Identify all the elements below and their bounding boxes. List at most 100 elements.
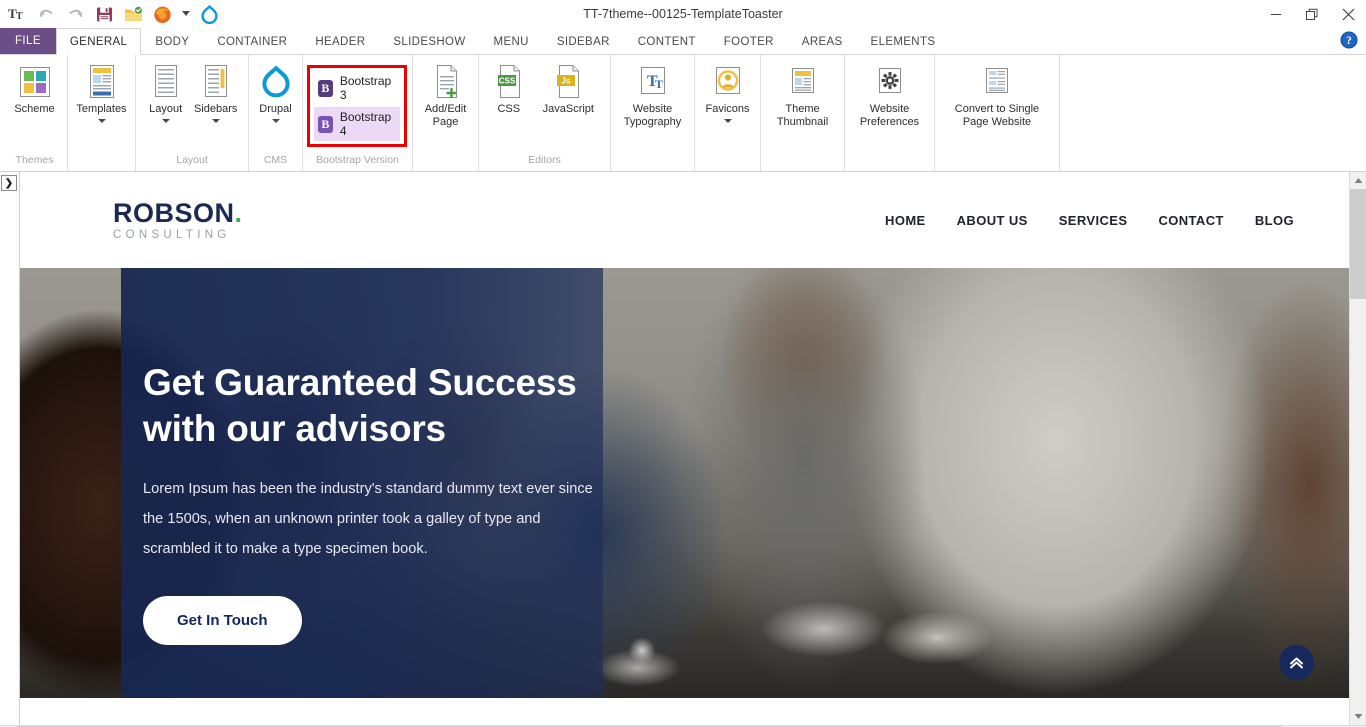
theme-thumbnail-label: Theme Thumbnail xyxy=(777,103,828,128)
drupal-caret-icon[interactable] xyxy=(272,119,280,123)
website-preview-canvas[interactable]: ROBSON. CONSULTING HOME ABOUT US SERVICE… xyxy=(20,172,1349,725)
bootstrap-4-label: Bootstrap 4 xyxy=(340,110,394,138)
save-icon[interactable] xyxy=(94,4,114,24)
hero-heading: Get Guaranteed Success with our advisors xyxy=(143,360,603,452)
site-logo[interactable]: ROBSON. CONSULTING xyxy=(113,199,243,241)
svg-text:Js: Js xyxy=(562,77,571,86)
drupal-icon[interactable] xyxy=(199,4,219,24)
rendered-website: ROBSON. CONSULTING HOME ABOUT US SERVICE… xyxy=(20,172,1349,725)
convert-single-page-button[interactable]: Convert to Single Page Website xyxy=(941,59,1053,128)
help-icon[interactable]: ? xyxy=(1340,31,1358,49)
group-label-themes: Themes xyxy=(2,153,67,169)
favicons-caret-icon[interactable] xyxy=(724,119,732,123)
theme-thumbnail-button[interactable]: Theme Thumbnail xyxy=(767,59,838,128)
templates-button[interactable]: Templates xyxy=(74,59,129,123)
expand-left-panel-button[interactable]: ❯ xyxy=(1,175,17,191)
ribbon-group-cms: Drupal CMS xyxy=(249,55,303,171)
sidebars-caret-icon[interactable] xyxy=(212,119,220,123)
logo-dot: . xyxy=(235,198,243,228)
svg-text:T: T xyxy=(655,77,663,91)
tab-content[interactable]: CONTENT xyxy=(624,28,710,54)
site-header: ROBSON. CONSULTING HOME ABOUT US SERVICE… xyxy=(20,172,1349,268)
tab-footer[interactable]: FOOTER xyxy=(710,28,788,54)
tab-elements[interactable]: ELEMENTS xyxy=(857,28,950,54)
scroll-up-button[interactable] xyxy=(1350,172,1366,189)
minimize-button[interactable] xyxy=(1258,0,1294,28)
export-folder-icon[interactable] xyxy=(123,4,143,24)
sidebars-button[interactable]: Sidebars xyxy=(189,59,242,123)
close-button[interactable] xyxy=(1330,0,1366,28)
website-typography-label: Website Typography xyxy=(624,103,681,128)
website-typography-button[interactable]: T T Website Typography xyxy=(617,59,688,128)
tab-slideshow[interactable]: SLIDESHOW xyxy=(379,28,479,54)
js-file-icon: Js xyxy=(552,63,584,101)
firefox-preview-icon[interactable] xyxy=(152,4,172,24)
browser-dropdown-caret-icon[interactable] xyxy=(181,4,190,24)
group-label-theme-thumbnail xyxy=(761,153,844,169)
ribbon-group-add-edit-page: Add/Edit Page xyxy=(413,55,479,171)
ribbon-group-templates: Templates xyxy=(68,55,136,171)
layout-lines-icon xyxy=(150,63,182,101)
left-panel-rail: ❯ xyxy=(0,172,20,725)
double-chevron-up-icon xyxy=(1287,653,1306,672)
javascript-editor-button[interactable]: Js JavaScript xyxy=(533,59,604,116)
ribbon: Scheme Themes xyxy=(0,55,1366,172)
scheme-button[interactable]: Scheme xyxy=(8,59,61,116)
logo-main-text: ROBSON. xyxy=(113,199,243,227)
layout-button[interactable]: Layout xyxy=(142,59,189,123)
restore-button[interactable] xyxy=(1294,0,1330,28)
convert-single-page-label: Convert to Single Page Website xyxy=(955,103,1039,128)
templates-caret-icon[interactable] xyxy=(98,119,106,123)
website-preferences-button[interactable]: Website Preferences xyxy=(851,59,928,128)
gear-icon xyxy=(873,63,907,101)
ribbon-group-themes: Scheme Themes xyxy=(2,55,68,171)
tab-menu[interactable]: MENU xyxy=(480,28,543,54)
tab-body[interactable]: BODY xyxy=(141,28,203,54)
hero-cta-button[interactable]: Get In Touch xyxy=(143,596,302,645)
favicons-button[interactable]: Favicons xyxy=(701,59,754,123)
nav-item-services[interactable]: SERVICES xyxy=(1059,213,1128,228)
logo-sub-text: CONSULTING xyxy=(113,229,243,241)
tab-general[interactable]: GENERAL xyxy=(56,28,141,55)
bootstrap-3-option[interactable]: B Bootstrap 3 xyxy=(314,71,400,105)
bootstrap-3-badge-icon: B xyxy=(318,80,333,97)
hero-slideshow: Get Guaranteed Success with our advisors… xyxy=(20,268,1349,698)
nav-item-home[interactable]: HOME xyxy=(885,213,926,228)
drupal-label: Drupal xyxy=(259,103,291,116)
preview-vertical-scrollbar[interactable] xyxy=(1349,172,1366,725)
bootstrap-4-option[interactable]: B Bootstrap 4 xyxy=(314,107,400,141)
vertical-scroll-track[interactable] xyxy=(1350,299,1366,708)
nav-item-contact[interactable]: CONTACT xyxy=(1158,213,1223,228)
nav-item-blog[interactable]: BLOG xyxy=(1255,213,1294,228)
group-label-website-preferences xyxy=(845,153,934,169)
scroll-to-top-button[interactable] xyxy=(1279,645,1314,680)
vertical-scroll-thumb[interactable] xyxy=(1350,189,1366,299)
tab-container[interactable]: CONTAINER xyxy=(203,28,301,54)
tab-sidebar[interactable]: SIDEBAR xyxy=(543,28,624,54)
ribbon-group-favicons: Favicons xyxy=(695,55,761,171)
quick-access-toolbar: T T xyxy=(0,0,219,28)
redo-icon[interactable] xyxy=(65,4,85,24)
group-label-convert-single-page xyxy=(935,153,1059,169)
group-label-templates xyxy=(68,153,135,169)
logo-word: ROBSON xyxy=(113,198,235,228)
ribbon-group-website-preferences: Website Preferences xyxy=(845,55,935,171)
templates-label: Templates xyxy=(76,103,126,116)
tab-file[interactable]: FILE xyxy=(0,28,56,54)
preview-work-area: ❯ ROBSON. CONSULTING HOME ABOUT US SERVI… xyxy=(0,172,1366,725)
bootstrap-4-badge-icon: B xyxy=(318,116,333,133)
typography-toggle-icon[interactable]: T T xyxy=(7,4,27,24)
group-label-editors: Editors xyxy=(479,153,610,169)
undo-icon[interactable] xyxy=(36,4,56,24)
css-editor-button[interactable]: CSS CSS xyxy=(485,59,533,116)
scroll-down-button[interactable] xyxy=(1350,708,1366,725)
tab-areas[interactable]: AREAS xyxy=(788,28,857,54)
tab-header[interactable]: HEADER xyxy=(301,28,379,54)
nav-item-about-us[interactable]: ABOUT US xyxy=(957,213,1028,228)
layout-caret-icon[interactable] xyxy=(162,119,170,123)
group-label-add-edit-page xyxy=(413,153,478,169)
add-edit-page-button[interactable]: Add/Edit Page xyxy=(419,59,472,128)
color-scheme-icon xyxy=(18,63,52,101)
drupal-button[interactable]: Drupal xyxy=(255,59,296,123)
website-preferences-label: Website Preferences xyxy=(860,103,919,128)
